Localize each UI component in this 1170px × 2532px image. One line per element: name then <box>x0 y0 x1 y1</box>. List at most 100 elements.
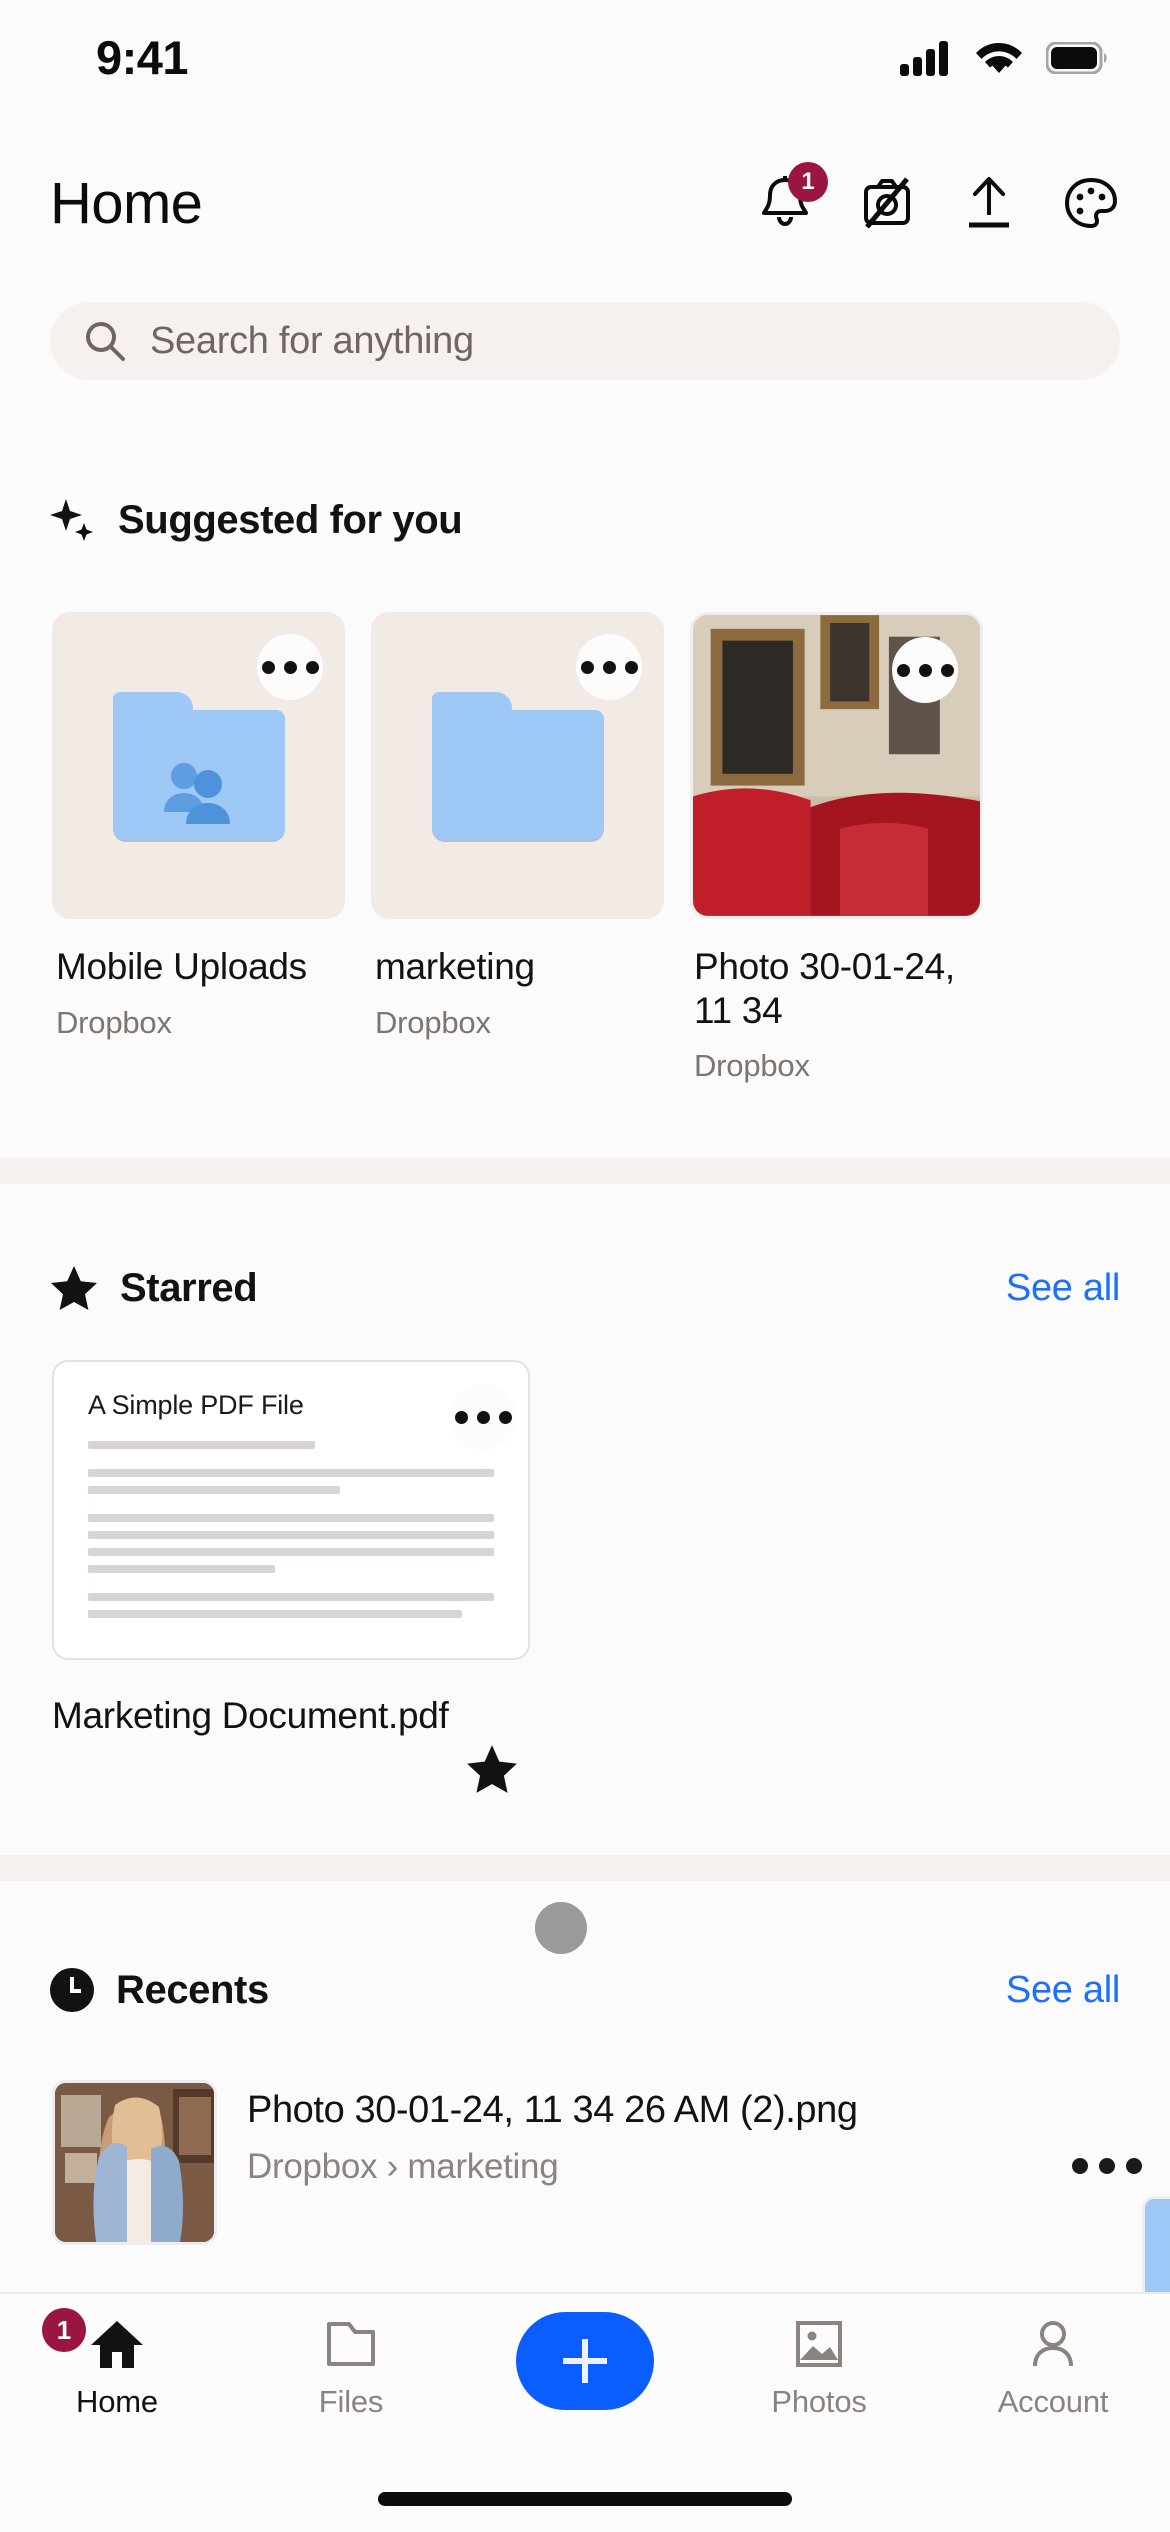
sidebar-item-files[interactable]: Files <box>234 2318 468 2420</box>
suggested-card-name: Photo 30-01-24, 11 34 <box>694 945 983 1032</box>
sidebar-item-label: Files <box>319 2384 383 2420</box>
suggested-card-more-button[interactable] <box>892 637 958 703</box>
suggested-card-source: Dropbox <box>694 1048 983 1084</box>
suggested-card-thumbnail[interactable] <box>371 612 664 919</box>
recents-title: Recents <box>116 1968 269 2013</box>
more-options-icon <box>1099 2158 1115 2174</box>
suggested-card[interactable]: Mobile Uploads Dropbox <box>52 612 345 932</box>
search-bar[interactable]: Search for anything <box>50 302 1120 380</box>
recent-file-path: Dropbox › marketing <box>247 2147 1042 2187</box>
sidebar-item-home[interactable]: 1 Home <box>0 2318 234 2420</box>
theme-palette-button[interactable] <box>1062 174 1120 232</box>
list-item-meta: Photo 30-01-24, 11 34 26 AM (2).png Drop… <box>247 2080 1042 2187</box>
pdf-preview-paragraph <box>88 1469 494 1494</box>
sidebar-item-account[interactable]: Account <box>936 2318 1170 2420</box>
more-options-icon <box>581 661 594 674</box>
more-options-icon <box>306 661 319 674</box>
star-icon <box>50 1265 98 1311</box>
more-options-icon <box>603 661 616 674</box>
camera-upload-button[interactable] <box>858 174 916 232</box>
section-divider <box>0 1158 1170 1184</box>
sparkle-icon <box>50 497 96 543</box>
suggested-card-source: Dropbox <box>56 1005 345 1041</box>
suggested-card-source: Dropbox <box>375 1005 664 1041</box>
page-title: Home <box>50 170 202 237</box>
cursor-indicator <box>535 1902 587 1954</box>
home-indicator <box>378 2492 792 2506</box>
home-icon <box>89 2318 145 2370</box>
wifi-icon <box>974 40 1024 76</box>
pdf-preview-paragraph <box>88 1514 494 1573</box>
more-options-icon <box>919 664 932 677</box>
status-bar-indicators <box>900 40 1108 76</box>
starred-see-all-link[interactable]: See all <box>1006 1267 1120 1310</box>
suggested-card[interactable]: marketing Dropbox <box>371 612 664 932</box>
search-input[interactable]: Search for anything <box>150 320 474 363</box>
palette-icon <box>1063 175 1119 231</box>
camera-upload-off-icon <box>859 175 915 231</box>
folder-icon <box>323 2318 379 2370</box>
pdf-preview-paragraph <box>88 1441 494 1449</box>
header-actions: 1 <box>756 174 1120 232</box>
suggested-card-thumbnail[interactable] <box>52 612 345 919</box>
recent-item-more-button[interactable] <box>1072 2080 1170 2174</box>
starred-list: A Simple PDF File <box>52 1360 1118 1670</box>
create-button[interactable] <box>468 2318 702 2424</box>
section-divider <box>0 1855 1170 1881</box>
suggested-card-labels: Mobile Uploads Dropbox <box>52 919 345 1041</box>
search-icon <box>84 320 126 362</box>
more-options-icon <box>1072 2158 1088 2174</box>
status-bar: 9:41 <box>0 0 1170 100</box>
more-options-icon <box>1126 2158 1142 2174</box>
more-options-icon <box>625 661 638 674</box>
pdf-preview-title: A Simple PDF File <box>88 1390 494 1421</box>
suggested-section-header: Suggested for you <box>0 490 1170 550</box>
recent-file-name: Photo 30-01-24, 11 34 26 AM (2).png <box>247 2086 1042 2135</box>
starred-file-star-indicator[interactable] <box>466 1744 518 1799</box>
sidebar-item-label: Photos <box>771 2384 866 2420</box>
shared-folder-icon <box>113 692 285 840</box>
list-item[interactable]: Photo 30-01-24, 11 34 26 AM (2).png Drop… <box>52 2080 1170 2270</box>
suggested-card-more-button[interactable] <box>576 634 642 700</box>
upload-button[interactable] <box>960 174 1018 232</box>
app-header: Home 1 <box>0 148 1170 258</box>
upload-icon <box>963 175 1015 231</box>
suggested-title: Suggested for you <box>118 498 462 543</box>
status-bar-time: 9:41 <box>96 30 188 85</box>
sidebar-item-label: Home <box>76 2384 158 2420</box>
starred-file-name: Marketing Document.pdf <box>52 1692 532 1741</box>
photo-thumbnail <box>52 2080 217 2245</box>
suggested-card-labels: Photo 30-01-24, 11 34 Dropbox <box>690 919 983 1084</box>
battery-icon <box>1046 42 1108 74</box>
add-fab[interactable] <box>516 2312 654 2410</box>
starred-file-more-button[interactable] <box>450 1384 516 1450</box>
more-options-icon <box>941 664 954 677</box>
photo-icon <box>791 2318 847 2370</box>
star-filled-icon <box>466 1744 518 1794</box>
people-icon <box>156 760 242 826</box>
more-options-icon <box>499 1411 512 1424</box>
more-options-icon <box>284 661 297 674</box>
plus-icon <box>557 2333 613 2389</box>
recents-see-all-link[interactable]: See all <box>1006 1969 1120 2012</box>
app-screen: 9:41 Home <box>0 0 1170 2532</box>
recents-section-header: Recents See all <box>0 1960 1170 2020</box>
suggested-card[interactable]: Photo 30-01-24, 11 34 Dropbox <box>690 612 983 932</box>
notifications-badge: 1 <box>788 162 828 202</box>
home-tab-badge: 1 <box>42 2308 86 2352</box>
suggested-card-name: Mobile Uploads <box>56 945 345 989</box>
starred-section-header: Starred See all <box>0 1258 1170 1318</box>
sidebar-item-photos[interactable]: Photos <box>702 2318 936 2420</box>
folder-icon <box>432 692 604 840</box>
suggested-card-more-button[interactable] <box>257 634 323 700</box>
more-options-icon <box>455 1411 468 1424</box>
more-options-icon <box>262 661 275 674</box>
more-options-icon <box>897 664 910 677</box>
suggested-card-thumbnail[interactable] <box>690 612 983 919</box>
notifications-button[interactable]: 1 <box>756 174 814 232</box>
cellular-signal-icon <box>900 40 952 76</box>
suggested-card-name: marketing <box>375 945 664 989</box>
more-options-icon <box>477 1411 490 1424</box>
pdf-preview-paragraph <box>88 1593 494 1618</box>
suggested-carousel[interactable]: Mobile Uploads Dropbox marketing Dropbox <box>0 612 1170 932</box>
